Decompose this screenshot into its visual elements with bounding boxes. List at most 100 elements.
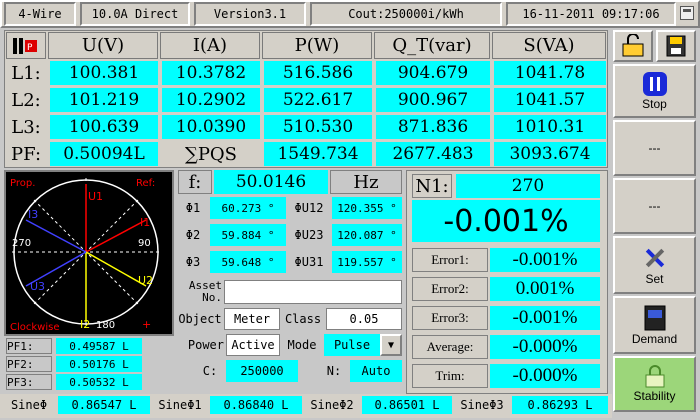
average-value: -0.000% [490,335,600,359]
trim-label: Trim: [412,364,488,388]
error2-label: Error2: [412,277,488,301]
svg-text:P: P [27,43,33,53]
asset-no-label: Asset No. [188,279,222,304]
l3-reactive: 871.836 [376,115,490,139]
l3-voltage: 100.639 [50,115,158,139]
empty-slot-2-label: --- [648,199,661,213]
pause-icon [642,72,667,96]
n1-label: N1: [412,174,452,198]
class-field[interactable]: 0.05 [326,308,402,330]
power-label: Power [187,338,224,352]
l2-voltage: 101.219 [50,88,158,112]
pf2-value: 0.50176 L [56,356,142,372]
empty-slot-2[interactable]: --- [613,178,696,234]
power-field[interactable]: Active [226,334,280,356]
empty-slot-1-label: --- [648,141,661,155]
l3-apparent: 1010.31 [494,115,606,139]
phasor-diagram: Prop. Ref: U1 I1 U2 I2 U3 I3 270 90 180 … [4,170,174,336]
l3-current: 10.0390 [162,115,260,139]
phi2-value: 59.884 ° [210,224,286,246]
l1-apparent: 1041.78 [494,61,606,85]
mode-dropdown-button[interactable]: ▼ [380,334,402,356]
demand-button[interactable]: Demand [613,296,696,354]
n-field[interactable]: Auto [350,360,402,382]
pf1-value: 0.49587 L [56,338,142,354]
row-label-l3: L3: [11,116,41,138]
empty-slot-1[interactable]: --- [613,120,696,176]
row-label-l2: L2: [11,89,41,111]
c-label: C: [202,364,218,378]
set-label: Set [645,272,664,286]
stop-button[interactable]: Stop [613,64,696,118]
unlock-icon [622,34,644,57]
error3-label: Error3: [412,306,488,330]
firmware-version: Version3.1 [194,2,306,26]
l3-power: 510.530 [264,115,372,139]
angle-180: 180 [96,320,115,331]
i2-label: I2 [80,318,90,331]
sum-apparent: 3093.674 [494,142,606,166]
n1-value: 270 [456,174,600,198]
col-header-power: P(W) [262,32,372,59]
row-label-pf: PF: [10,143,42,165]
phi1-value: 60.273 ° [210,197,286,219]
l2-current: 10.2902 [162,88,260,112]
sine-phi-value: 0.86547 L [58,396,150,414]
clockwise-label: Clockwise [10,322,60,333]
frequency-value: 50.0146 [214,170,328,194]
l1-current: 10.3782 [162,61,260,85]
row-label-l1: L1: [11,62,41,84]
big-error-value: -0.001% [412,200,600,242]
u2-phasor [85,251,147,287]
chevron-down-icon: ▼ [387,339,395,351]
asset-no-input[interactable] [224,280,402,304]
phiu31-label: ΦU31 [294,255,324,269]
mode-label: Mode [287,338,317,352]
u2-label: U2 [138,274,153,287]
ref-label: Ref: [136,178,155,189]
stability-button[interactable]: Stability [613,356,696,412]
sine-phi3-value: 0.86293 L [512,396,608,414]
phiu23-value: 120.087 ° [332,224,402,246]
demand-label: Demand [631,332,678,346]
phi1-label: Φ1 [185,201,201,215]
lock-icon [645,365,664,388]
phiu31-value: 119.557 ° [332,251,402,273]
angle-90: 90 [138,238,151,249]
sine-phi1-label: SineΦ1 [158,398,202,412]
tools-icon [645,248,664,268]
col-header-current: I(A) [160,32,260,59]
stop-label: Stop [642,97,667,111]
set-button[interactable]: Set [613,236,696,294]
c-field[interactable]: 250000 [226,360,298,382]
l2-power: 522.617 [264,88,372,112]
prop-label: Prop. [10,178,35,189]
sine-phi2-value: 0.86501 L [362,396,452,414]
pf3-label: PF3: [6,374,52,390]
sine-phi3-label: SineΦ3 [460,398,504,412]
average-label: Average: [412,335,488,359]
error3-value: -0.001% [490,306,600,330]
col-header-voltage: U(V) [48,32,158,59]
mode-select[interactable]: Pulse [324,334,380,356]
frequency-unit: Hz [330,170,402,194]
l2-reactive: 900.967 [376,88,490,112]
phiu23-label: ΦU23 [294,228,324,242]
error1-value: -0.001% [490,248,600,272]
frequency-label: f: [178,170,212,194]
class-label: Class [284,312,322,326]
current-range: 10.0A Direct [80,2,190,26]
phi2-label: Φ2 [185,228,201,242]
sum-power: 1549.734 [264,142,372,166]
object-field[interactable]: Meter [224,308,280,330]
window-icon[interactable] [680,6,694,20]
wiring-mode: 4-Wire [4,2,76,26]
i3-label: I3 [28,208,38,221]
plus-sign: + [142,318,151,331]
error1-label: Error1: [412,248,488,272]
sine-phi-label: SineΦ [10,398,48,412]
sum-pqs-label: ∑PQS [184,143,238,165]
pf1-label: PF1: [6,338,52,354]
unlock-icon-button[interactable] [613,30,653,62]
save-icon-button[interactable] [656,30,696,62]
